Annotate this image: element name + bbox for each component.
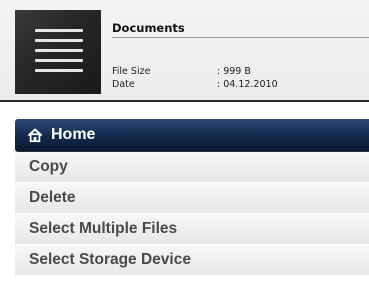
- action-menu: Home Copy Delete Select Multiple Files S…: [15, 119, 369, 276]
- file-info-panel: Documents File Size : 999 B Date : 04.12…: [0, 0, 369, 102]
- menu-item-label: Select Storage Device: [29, 251, 191, 268]
- menu-item-delete[interactable]: Delete: [15, 183, 369, 214]
- menu-item-select-multiple-files[interactable]: Select Multiple Files: [15, 214, 369, 245]
- menu-item-label: Delete: [29, 189, 76, 206]
- document-lines-icon: [15, 10, 101, 94]
- file-size-value: : 999 B: [217, 66, 251, 77]
- menu-item-copy[interactable]: Copy: [15, 152, 369, 183]
- menu-item-label: Home: [51, 126, 96, 143]
- menu-item-label: Select Multiple Files: [29, 220, 178, 237]
- menu-item-label: Copy: [29, 158, 68, 175]
- file-title: Documents: [112, 21, 185, 35]
- home-icon: [28, 128, 42, 143]
- date-label: Date: [112, 79, 135, 90]
- title-divider: [112, 37, 369, 38]
- file-size-label: File Size: [112, 66, 151, 77]
- menu-item-select-storage-device[interactable]: Select Storage Device: [15, 245, 369, 276]
- menu-item-home[interactable]: Home: [15, 119, 369, 152]
- date-value: : 04.12.2010: [217, 79, 278, 90]
